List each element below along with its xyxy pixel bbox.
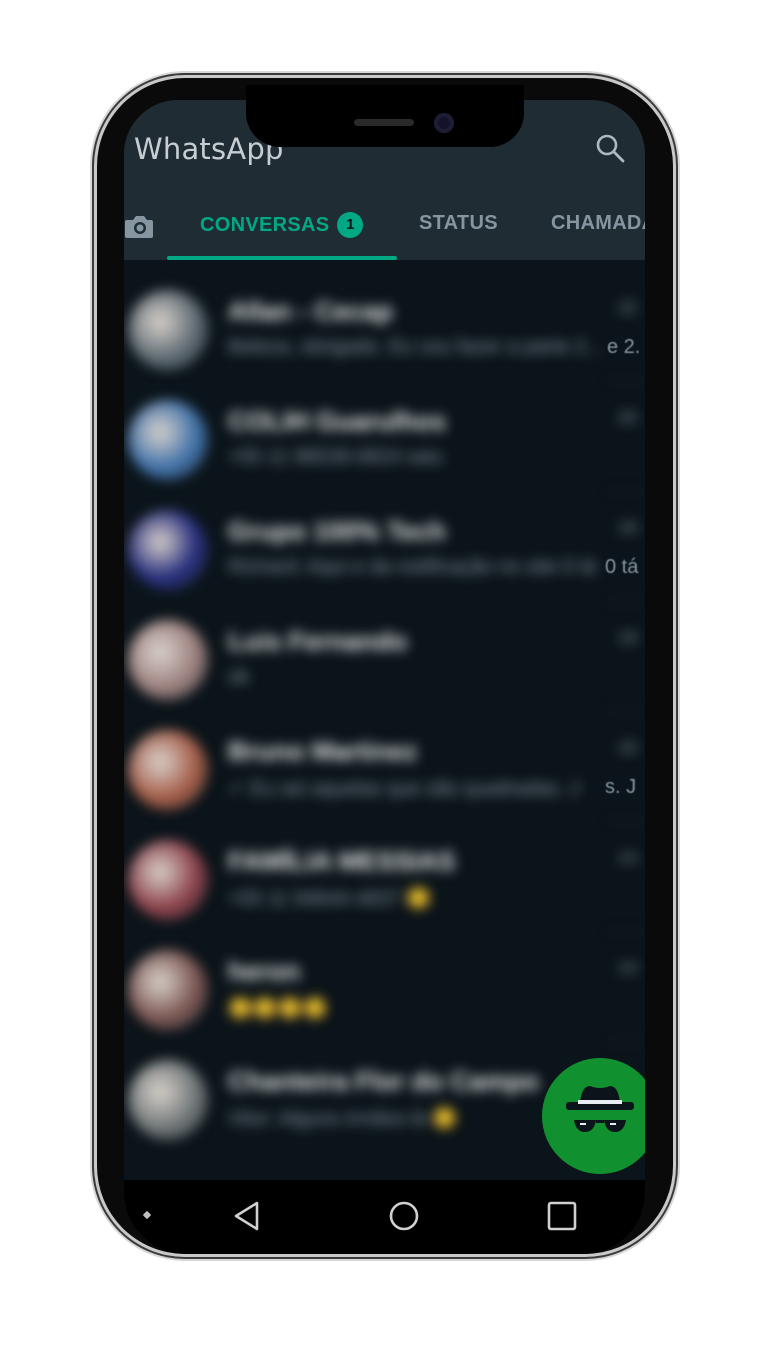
avatar[interactable] xyxy=(128,730,208,810)
chat-row[interactable]: Bruno Martinez ✓ Eu sei aquelas que são q… xyxy=(124,712,645,822)
tab-conversas-label: CONVERSAS xyxy=(200,214,330,236)
chat-time: 19 xyxy=(618,628,637,647)
chat-name: Bruno Martinez xyxy=(228,736,418,766)
chat-last-message: ✓ Eu sei aquelas que são quadradas. J xyxy=(228,778,580,800)
speaker-grille xyxy=(354,119,414,126)
tab-chamadas[interactable]: CHAMADA xyxy=(551,212,645,235)
tab-status-label: STATUS xyxy=(419,212,498,234)
chat-time: 16 xyxy=(618,738,637,757)
active-tab-indicator xyxy=(167,256,397,260)
side-button-volume-down xyxy=(92,462,96,548)
chat-time: 14 xyxy=(618,958,637,977)
chat-time: 19 xyxy=(618,518,637,537)
chat-last-message: 😊😊😊😊 xyxy=(228,998,328,1020)
phone-screen: WhatsApp CONVERSAS1 STATUS CHAMADA Allan… xyxy=(124,100,645,1180)
search-icon[interactable] xyxy=(594,132,626,164)
side-button-mute xyxy=(92,262,96,306)
side-button-volume-up xyxy=(92,350,96,436)
chat-last-message: Richard: Aqui e da notificação no site 0… xyxy=(228,556,597,578)
avatar[interactable] xyxy=(128,620,208,700)
triangle-back-icon[interactable] xyxy=(232,1200,262,1232)
unread-badge: 1 xyxy=(337,212,364,238)
chat-row[interactable]: Luis Fernando ok 19 xyxy=(124,602,645,712)
camera-icon[interactable] xyxy=(124,212,154,240)
message-preview-fragment: 0 tá xyxy=(605,556,639,578)
phone-notch xyxy=(246,85,524,147)
chat-row[interactable]: Allan - Cecap Beleza, obrigado. Eu vou fa… xyxy=(124,272,645,382)
chat-last-message: Beleza, obrigado. Eu vou fazer a parte 2… xyxy=(228,336,603,358)
chat-last-message: +55 11 98539-0824 saiu xyxy=(228,446,443,468)
incognito-hat-glasses-icon xyxy=(566,1086,634,1132)
nav-indicator-dot xyxy=(142,1210,152,1220)
tab-chamadas-label: CHAMADA xyxy=(551,212,645,234)
avatar[interactable] xyxy=(128,400,208,480)
circle-home-icon[interactable] xyxy=(388,1200,420,1232)
chat-name: Allan - Cecap xyxy=(228,296,393,326)
chat-name: COLIH Guarulhos xyxy=(228,406,447,436)
chat-time: 20 xyxy=(618,408,637,427)
square-recents-icon[interactable] xyxy=(546,1200,578,1232)
chat-name: Luis Fernando xyxy=(228,626,408,656)
chat-row[interactable]: COLIH Guarulhos +55 11 98539-0824 saiu 20 xyxy=(124,382,645,492)
chat-last-message: +55 11 94644-4837 😊 xyxy=(228,888,432,910)
chat-name: Chanteira Flor do Campo xyxy=(228,1066,539,1096)
tab-conversas[interactable]: CONVERSAS 1 xyxy=(200,212,364,238)
avatar[interactable] xyxy=(128,950,208,1030)
avatar[interactable] xyxy=(128,290,208,370)
chat-row[interactable]: heron 😊😊😊😊 14 xyxy=(124,932,645,1042)
message-preview-fragment: s. J xyxy=(605,776,637,798)
avatar[interactable] xyxy=(128,1060,208,1140)
front-camera xyxy=(434,113,454,133)
message-preview-fragment: e 2. xyxy=(607,336,641,358)
chat-name: Grupo 100% Tech xyxy=(228,516,446,546)
chat-row[interactable]: Grupo 100% Tech Richard: Aqui e da notifi… xyxy=(124,492,645,602)
chat-time: 22 xyxy=(618,298,637,317)
avatar[interactable] xyxy=(128,840,208,920)
tab-status[interactable]: STATUS xyxy=(419,212,498,235)
chat-last-message: ok xyxy=(228,666,250,688)
chat-name: FAMÍLIA MESSIAS xyxy=(228,846,456,876)
avatar[interactable] xyxy=(128,510,208,590)
chat-name: heron xyxy=(228,956,301,986)
chat-list: Allan - Cecap Beleza, obrigado. Eu vou fa… xyxy=(124,272,645,1152)
chat-time: 14 xyxy=(618,848,637,867)
chat-row[interactable]: FAMÍLIA MESSIAS +55 11 94644-4837 😊 14 xyxy=(124,822,645,932)
android-nav-bar xyxy=(124,1180,645,1254)
incognito-fab[interactable] xyxy=(542,1058,645,1174)
